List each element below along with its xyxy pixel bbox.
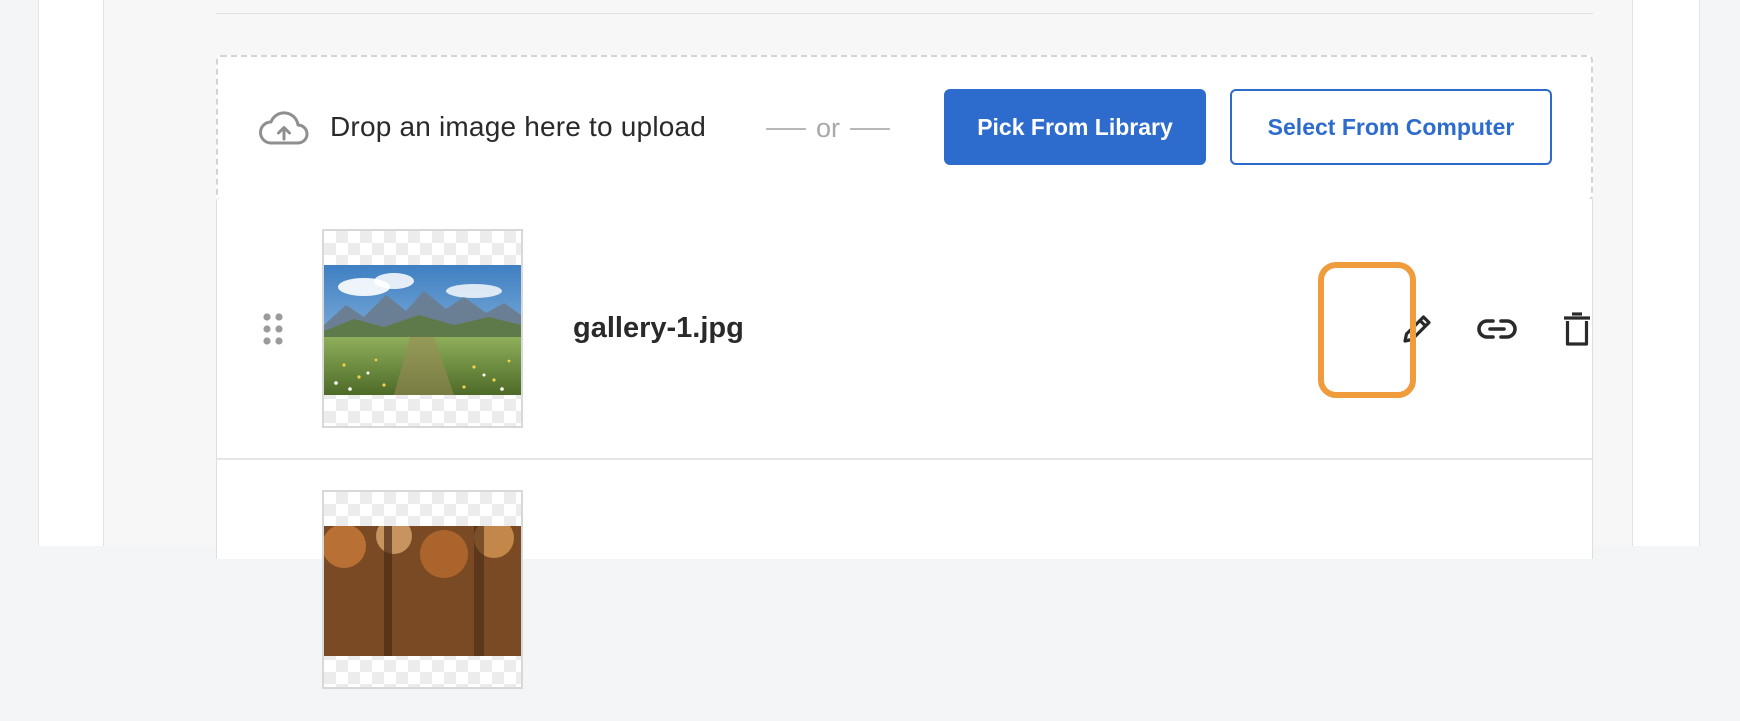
cloud-upload-icon <box>259 111 309 145</box>
separator-line <box>766 127 806 130</box>
pick-from-library-button[interactable]: Pick From Library <box>944 89 1206 165</box>
separator-line <box>850 127 891 130</box>
trash-icon <box>1564 312 1590 346</box>
image-thumbnail[interactable] <box>322 229 523 428</box>
drag-handle-icon[interactable] <box>261 311 285 347</box>
image-thumbnail[interactable] <box>322 490 523 689</box>
copy-link-button[interactable] <box>1468 300 1526 358</box>
or-separator: or <box>766 113 891 144</box>
edit-button[interactable] <box>1388 300 1446 358</box>
image-dropzone[interactable]: Drop an image here to upload or Pick Fro… <box>216 55 1593 201</box>
delete-button[interactable] <box>1548 300 1606 358</box>
or-label: or <box>816 113 841 143</box>
pencil-icon <box>1403 315 1431 343</box>
list-item <box>217 460 1592 721</box>
panel-divider <box>216 13 1593 14</box>
image-list: gallery-1.jpg <box>216 199 1593 689</box>
mountain-meadow-photo <box>324 265 521 395</box>
select-from-computer-button[interactable]: Select From Computer <box>1230 89 1552 165</box>
file-name: gallery-1.jpg <box>573 312 744 344</box>
list-item: gallery-1.jpg <box>217 199 1592 460</box>
link-icon <box>1477 319 1517 339</box>
drop-instruction: Drop an image here to upload <box>330 111 707 142</box>
